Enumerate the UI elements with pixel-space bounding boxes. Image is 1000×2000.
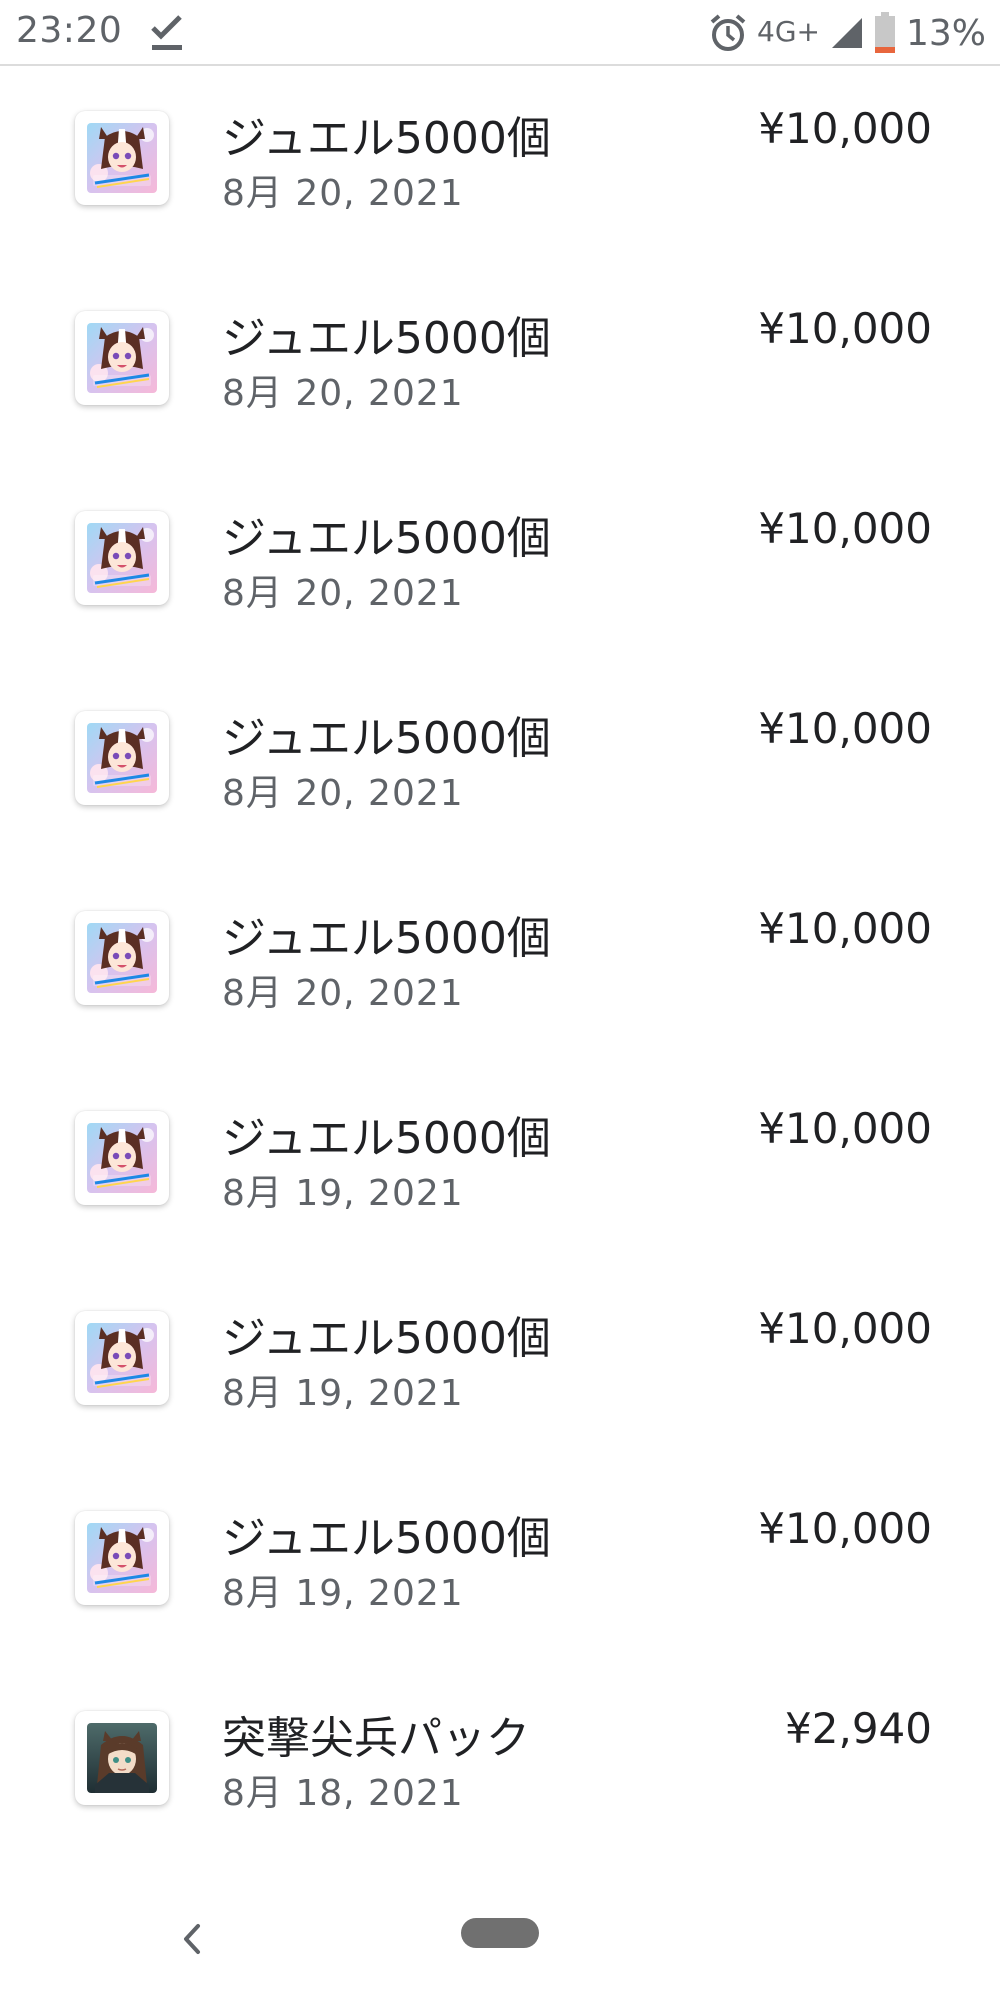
purchase-history-list: ジュエル5000個 8月 20, 2021 ¥10,000 ジュエル5000個 … <box>0 66 1000 1866</box>
uma-musume-app-icon <box>87 523 157 593</box>
home-pill-icon[interactable] <box>461 1918 539 1948</box>
back-chevron-icon[interactable] <box>172 1914 212 1964</box>
app-icon <box>75 111 169 205</box>
item-date: 8月 20, 2021 <box>222 173 464 214</box>
status-bar: 23:20 4G+ 13% <box>0 0 1000 66</box>
item-date: 8月 19, 2021 <box>222 1173 464 1214</box>
app-icon <box>75 311 169 405</box>
item-title: 突撃尖兵パック <box>222 1713 530 1764</box>
status-time: 23:20 <box>16 10 123 51</box>
purchase-item[interactable]: ジュエル5000個 8月 20, 2021 ¥10,000 <box>0 266 1000 466</box>
purchase-item[interactable]: ジュエル5000個 8月 20, 2021 ¥10,000 <box>0 466 1000 666</box>
item-price: ¥10,000 <box>758 904 932 953</box>
item-price: ¥10,000 <box>758 304 932 353</box>
item-title: ジュエル5000個 <box>222 913 551 964</box>
uma-musume-app-icon <box>87 123 157 193</box>
arknights-app-icon <box>87 1723 157 1793</box>
item-title: ジュエル5000個 <box>222 1513 551 1564</box>
item-price: ¥10,000 <box>758 1104 932 1153</box>
item-price: ¥10,000 <box>758 104 932 153</box>
item-title: ジュエル5000個 <box>222 313 551 364</box>
item-date: 8月 18, 2021 <box>222 1773 464 1814</box>
uma-musume-app-icon <box>87 1523 157 1593</box>
app-icon <box>75 911 169 1005</box>
signal-icon <box>831 18 862 48</box>
uma-musume-app-icon <box>87 323 157 393</box>
item-title: ジュエル5000個 <box>222 713 551 764</box>
purchase-item[interactable]: ジュエル5000個 8月 19, 2021 ¥10,000 <box>0 1266 1000 1466</box>
network-type: 4G+ <box>757 14 820 48</box>
item-price: ¥10,000 <box>758 1504 932 1553</box>
item-date: 8月 19, 2021 <box>222 1573 464 1614</box>
item-price: ¥10,000 <box>758 1304 932 1353</box>
app-icon <box>75 1511 169 1605</box>
app-icon <box>75 1311 169 1405</box>
item-price: ¥10,000 <box>758 704 932 753</box>
download-done-icon <box>151 15 182 50</box>
purchase-item[interactable]: ジュエル5000個 8月 20, 2021 ¥10,000 <box>0 866 1000 1066</box>
battery-icon <box>874 12 895 53</box>
status-icons: 4G+ 13% <box>709 8 986 58</box>
uma-musume-app-icon <box>87 1323 157 1393</box>
item-title: ジュエル5000個 <box>222 1313 551 1364</box>
item-date: 8月 19, 2021 <box>222 1373 464 1414</box>
purchase-item[interactable]: ジュエル5000個 8月 20, 2021 ¥10,000 <box>0 66 1000 266</box>
item-date: 8月 20, 2021 <box>222 373 464 414</box>
app-icon <box>75 711 169 805</box>
item-price: ¥10,000 <box>758 504 932 553</box>
navigation-bar <box>0 1890 1000 2000</box>
uma-musume-app-icon <box>87 923 157 993</box>
uma-musume-app-icon <box>87 723 157 793</box>
app-icon <box>75 1711 169 1805</box>
alarm-icon <box>710 14 746 51</box>
purchase-item[interactable]: ジュエル5000個 8月 19, 2021 ¥10,000 <box>0 1066 1000 1266</box>
app-icon <box>75 1111 169 1205</box>
item-title: ジュエル5000個 <box>222 1113 551 1164</box>
purchase-item[interactable]: ジュエル5000個 8月 20, 2021 ¥10,000 <box>0 666 1000 866</box>
item-date: 8月 20, 2021 <box>222 973 464 1014</box>
battery-percent: 13% <box>905 12 986 54</box>
uma-musume-app-icon <box>87 1123 157 1193</box>
item-title: ジュエル5000個 <box>222 513 551 564</box>
item-price: ¥2,940 <box>785 1704 932 1753</box>
item-date: 8月 20, 2021 <box>222 573 464 614</box>
item-date: 8月 20, 2021 <box>222 773 464 814</box>
purchase-item[interactable]: ジュエル5000個 8月 19, 2021 ¥10,000 <box>0 1466 1000 1666</box>
item-title: ジュエル5000個 <box>222 113 551 164</box>
purchase-item[interactable]: 突撃尖兵パック 8月 18, 2021 ¥2,940 <box>0 1666 1000 1866</box>
app-icon <box>75 511 169 605</box>
